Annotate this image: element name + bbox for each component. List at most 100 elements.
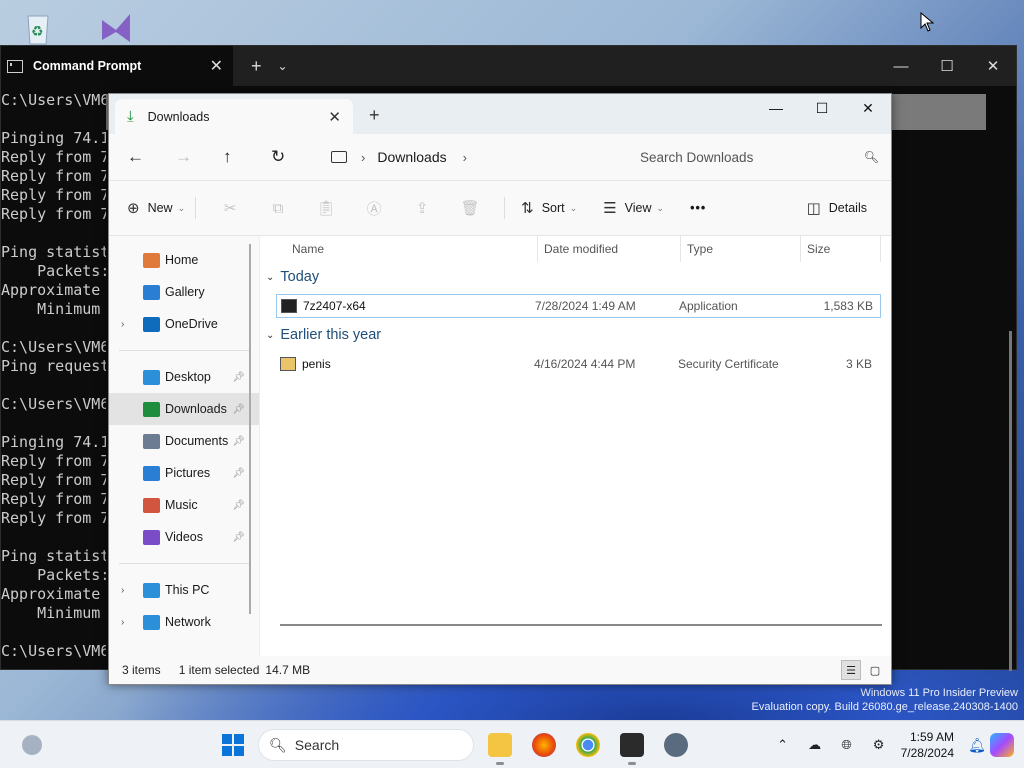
copilot-icon[interactable] xyxy=(990,733,1014,757)
sidebar-item-videos[interactable]: Videos 📌︎ xyxy=(109,521,259,553)
column-type[interactable]: Type xyxy=(681,236,801,262)
file-explorer-window[interactable]: ⤓ Downloads ✕ + — ☐ ✕ ← → ↑ ↻ › Download… xyxy=(108,93,892,685)
chevron-down-icon: ⌄ xyxy=(177,202,186,213)
terminal-line: Packets: xyxy=(1,566,106,584)
back-arrow-icon[interactable]: ← xyxy=(127,147,175,167)
file-date: 4/16/2024 4:44 PM xyxy=(534,357,636,371)
copy-icon[interactable]: ⧉ xyxy=(254,200,302,217)
forward-arrow-icon[interactable]: → xyxy=(175,147,223,167)
network-icon[interactable]: 🌐︎ xyxy=(831,737,863,753)
terminal-line: Reply from 7 xyxy=(1,186,106,204)
chevron-up-icon[interactable]: ⌃ xyxy=(767,737,799,753)
close-tab-icon[interactable]: ✕ xyxy=(210,56,223,76)
explorer-tab-title: Downloads xyxy=(147,109,210,124)
chevron-right-icon[interactable]: › xyxy=(121,585,124,596)
sidebar-item-onedrive[interactable]: › OneDrive xyxy=(109,308,259,340)
sidebar-item-gallery[interactable]: Gallery xyxy=(109,276,259,308)
notification-bell-icon[interactable]: 🔔︎ xyxy=(964,737,990,754)
onedrive-icon[interactable]: ☁ xyxy=(799,737,831,753)
taskbar-search[interactable]: 🔍︎ Search xyxy=(258,729,474,761)
chevron-down-icon[interactable]: ⌄ xyxy=(266,330,274,341)
close-button[interactable]: ✕ xyxy=(970,46,1016,86)
sidebar-item-home[interactable]: Home xyxy=(109,244,259,276)
chevron-down-icon[interactable]: ⌄ xyxy=(278,59,288,73)
column-name[interactable]: Name xyxy=(260,236,538,262)
up-arrow-icon[interactable]: ↑ xyxy=(223,147,271,167)
chevron-right-icon[interactable]: › xyxy=(121,319,124,330)
sidebar-item-pictures[interactable]: Pictures 📌︎ xyxy=(109,457,259,489)
column-size[interactable]: Size xyxy=(801,236,881,262)
ime-icon[interactable]: ⚙ xyxy=(863,737,895,753)
terminal-line: Pinging 74.1 xyxy=(1,129,106,147)
new-tab-button[interactable]: + xyxy=(369,105,380,126)
new-tab-button[interactable]: + xyxy=(251,56,262,77)
chevron-right-icon[interactable]: › xyxy=(121,617,124,628)
group-header[interactable]: ⌄ Today xyxy=(260,262,891,292)
sidebar-item-label: OneDrive xyxy=(165,317,218,331)
paste-icon[interactable]: 📋︎ xyxy=(302,199,350,217)
clock[interactable]: 1:59 AM 7/28/2024 xyxy=(901,729,954,761)
column-headers: Name Date modified Type Size xyxy=(260,236,891,262)
minimize-button[interactable]: — xyxy=(878,46,924,86)
terminal-taskbar-icon[interactable] xyxy=(620,733,644,765)
firefox-taskbar-icon[interactable] xyxy=(532,733,556,757)
more-options-button[interactable]: ••• xyxy=(690,201,706,215)
divider xyxy=(504,197,506,219)
breadcrumb[interactable]: Downloads xyxy=(377,149,446,165)
terminal-tab[interactable]: Command Prompt ✕ xyxy=(1,46,233,86)
share-icon[interactable]: ⇪ xyxy=(398,199,446,217)
close-tab-icon[interactable]: ✕ xyxy=(328,108,341,126)
cut-icon[interactable]: ✂ xyxy=(206,199,254,217)
table-row[interactable]: penis 4/16/2024 4:44 PM Security Certifica… xyxy=(276,352,881,376)
sidebar-item-music[interactable]: Music 📌︎ xyxy=(109,489,259,521)
close-button[interactable]: ✕ xyxy=(845,94,891,122)
horizontal-scrollbar[interactable] xyxy=(280,624,882,626)
more-options-icon: ••• xyxy=(690,201,707,215)
nav-scrollbar[interactable] xyxy=(249,244,251,614)
network-icon xyxy=(143,614,160,630)
terminal-line: Minimum = xyxy=(37,300,101,318)
terminal-line: Ping statist xyxy=(1,243,106,261)
sidebar-item-downloads[interactable]: Downloads 📌︎ xyxy=(109,393,259,425)
recycle-bin-icon[interactable]: ♻ xyxy=(18,8,58,48)
file-explorer-taskbar-icon[interactable] xyxy=(488,733,512,765)
sidebar-item-label: Gallery xyxy=(165,285,205,299)
nav-divider xyxy=(119,350,249,351)
terminal-output[interactable]: C:\Users\VM6 Pinging 74.1 Reply from 7 Repl… xyxy=(1,91,106,661)
chevron-right-icon[interactable]: › xyxy=(463,150,467,165)
search-input[interactable]: Search Downloads 🔍︎ xyxy=(630,141,887,173)
sidebar-item-desktop[interactable]: Desktop 📌︎ xyxy=(109,361,259,393)
view-button[interactable]: ☰ View ⌄ xyxy=(603,199,664,217)
details-button[interactable]: ◫ Details xyxy=(807,199,867,217)
sort-button[interactable]: ⇅ Sort ⌄ xyxy=(521,199,577,217)
minimize-button[interactable]: — xyxy=(753,94,799,122)
delete-icon[interactable]: 🗑︎ xyxy=(446,199,494,217)
details-view-icon[interactable]: ☰ xyxy=(841,660,861,680)
rename-icon[interactable]: Ⓐ xyxy=(350,198,398,219)
new-button[interactable]: ⊕ New ⌄ xyxy=(127,199,185,217)
visual-studio-icon[interactable] xyxy=(96,8,136,48)
settings-taskbar-icon[interactable] xyxy=(664,733,688,757)
maximize-button[interactable]: ☐ xyxy=(799,94,845,122)
sidebar-item-this-pc[interactable]: › This PC xyxy=(109,574,259,606)
table-row[interactable]: 7z2407-x64 7/28/2024 1:49 AM Application 1,… xyxy=(276,294,881,318)
maximize-button[interactable]: ☐ xyxy=(924,46,970,86)
refresh-icon[interactable]: ↻ xyxy=(271,147,319,167)
address-bar[interactable]: › Downloads › xyxy=(321,141,616,173)
chrome-taskbar-icon[interactable] xyxy=(576,733,600,757)
widgets-icon[interactable] xyxy=(22,735,42,755)
terminal-scrollbar[interactable] xyxy=(1009,331,1012,671)
chevron-down-icon[interactable]: ⌄ xyxy=(266,272,274,283)
column-date-modified[interactable]: Date modified xyxy=(538,236,681,262)
terminal-line: Reply from 7 xyxy=(1,490,106,508)
sidebar-item-documents[interactable]: Documents 📌︎ xyxy=(109,425,259,457)
sidebar-item-network[interactable]: › Network xyxy=(109,606,259,638)
chevron-right-icon[interactable]: › xyxy=(361,150,365,165)
sidebar-item-label: Home xyxy=(165,253,199,267)
pin-icon: 📌︎ xyxy=(232,531,245,543)
start-button[interactable] xyxy=(222,734,244,756)
explorer-tab[interactable]: ⤓ Downloads ✕ xyxy=(115,99,353,134)
group-header[interactable]: ⌄ Earlier this year xyxy=(260,320,891,350)
tiles-view-icon[interactable]: ▢ xyxy=(865,660,885,680)
sidebar-item-label: Music xyxy=(165,498,198,512)
